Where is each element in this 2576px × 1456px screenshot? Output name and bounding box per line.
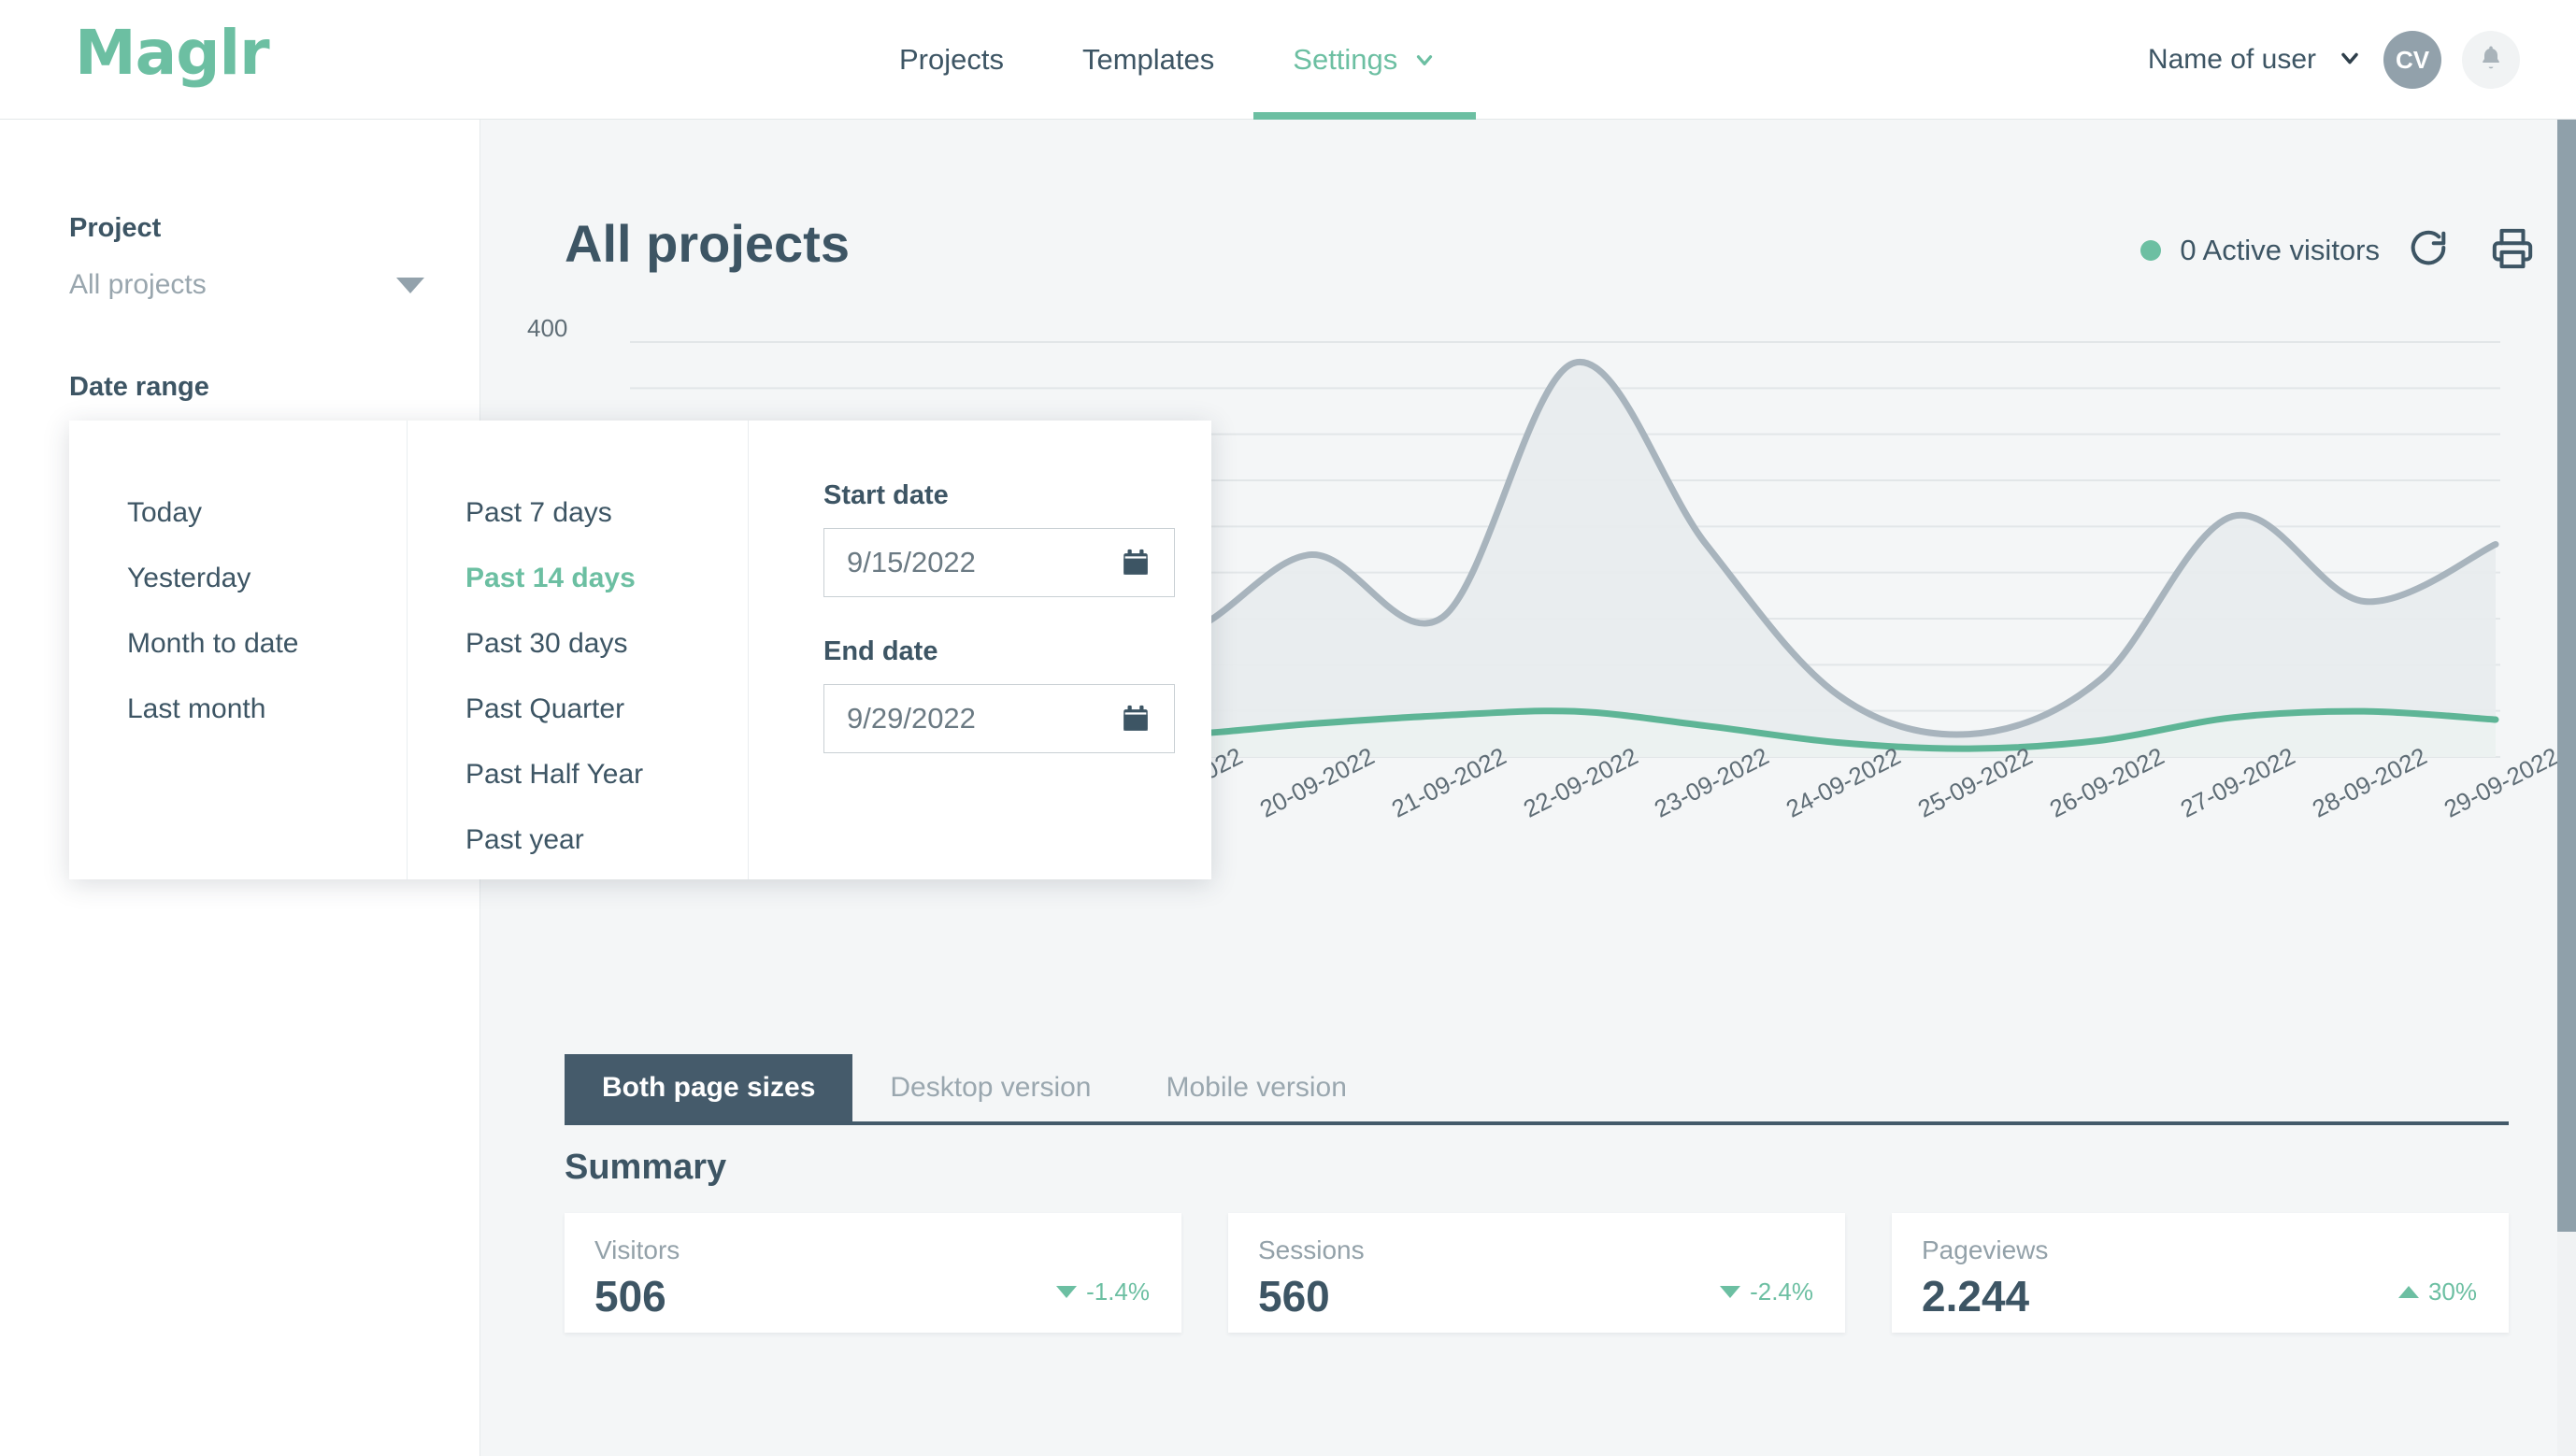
triangle-down-icon — [1720, 1286, 1741, 1298]
page-scrollbar[interactable] — [2557, 120, 2576, 1456]
card-delta: 30% — [2397, 1278, 2477, 1306]
avatar[interactable]: CV — [2383, 31, 2441, 89]
date-range-dropdown: Today Yesterday Month to date Last month Pa… — [69, 421, 1211, 879]
start-date-field[interactable]: 9/15/2022 — [823, 528, 1175, 597]
chevron-down-icon — [1412, 48, 1437, 72]
date-preset-past-30-days[interactable]: Past 30 days — [408, 611, 748, 677]
card-label: Sessions — [1258, 1235, 1365, 1264]
status-dot-icon — [2140, 240, 2162, 261]
card-value: 2.244 — [1922, 1272, 2030, 1320]
date-preset-past-quarter[interactable]: Past Quarter — [408, 677, 748, 742]
triangle-down-icon — [1056, 1286, 1078, 1298]
avatar-initials: CV — [2395, 45, 2430, 74]
date-preset-past-year[interactable]: Past year — [408, 807, 748, 873]
print-button[interactable] — [2486, 224, 2539, 277]
date-preset-past-half-year[interactable]: Past Half Year — [408, 742, 748, 807]
nav-item-projects[interactable]: Projects — [860, 0, 1043, 120]
user-menu-chevron-down-icon[interactable] — [2337, 45, 2363, 76]
date-preset-today[interactable]: Today — [69, 480, 407, 546]
tab-mobile-version[interactable]: Mobile version — [1129, 1054, 1384, 1121]
top-navigation-bar: Maglr Projects Templates Settings Name o… — [0, 0, 2576, 120]
user-name-label: Name of user — [2147, 44, 2316, 75]
nav-label-templates: Templates — [1081, 43, 1215, 76]
project-select[interactable]: All projects — [69, 269, 424, 301]
summary-card-visitors[interactable]: Visitors 506 -1.4% — [565, 1213, 1181, 1333]
refresh-button[interactable] — [2402, 224, 2454, 277]
caret-down-icon — [396, 277, 424, 293]
date-range-preset-column-2: Past 7 days Past 14 days Past 30 days Past … — [408, 421, 749, 879]
notifications-button[interactable] — [2462, 31, 2520, 89]
nav-label-projects: Projects — [899, 43, 1004, 76]
print-icon — [2491, 227, 2534, 275]
refresh-icon — [2407, 227, 2450, 275]
end-date-value: 9/29/2022 — [847, 702, 976, 735]
card-delta: -1.4% — [1056, 1278, 1150, 1306]
calendar-icon[interactable] — [1120, 547, 1152, 578]
project-label: Project — [69, 213, 162, 243]
active-visitors-status: 0 Active visitors — [2140, 234, 2380, 267]
active-tab-underline — [1253, 112, 1477, 120]
date-preset-past-7-days[interactable]: Past 7 days — [408, 480, 748, 546]
tab-label-mobile: Mobile version — [1166, 1072, 1347, 1103]
card-delta-value: -2.4% — [1750, 1278, 1813, 1306]
tabs-underline — [565, 1121, 2509, 1125]
card-delta-value: -1.4% — [1086, 1278, 1150, 1306]
date-preset-last-month[interactable]: Last month — [69, 677, 407, 742]
nav-item-templates[interactable]: Templates — [1043, 0, 1253, 120]
date-preset-yesterday[interactable]: Yesterday — [69, 546, 407, 611]
summary-card-sessions[interactable]: Sessions 560 -2.4% — [1228, 1213, 1845, 1333]
triangle-up-icon — [2397, 1286, 2419, 1298]
date-preset-past-14-days[interactable]: Past 14 days — [408, 546, 748, 611]
nav-item-settings[interactable]: Settings — [1253, 0, 1477, 120]
summary-heading: Summary — [565, 1148, 727, 1187]
main-nav: Projects Templates Settings — [860, 0, 1477, 120]
tab-both-page-sizes[interactable]: Both page sizes — [565, 1054, 853, 1121]
tab-label-both: Both page sizes — [602, 1072, 816, 1103]
calendar-icon[interactable] — [1120, 703, 1152, 735]
summary-cards: Visitors 506 -1.4% Sessions 560 -2.4% Pa… — [565, 1213, 2509, 1333]
page-title: All projects — [565, 214, 850, 273]
bell-icon — [2477, 44, 2505, 77]
y-axis-tick-label: 400 — [527, 314, 568, 342]
scrollbar-thumb[interactable] — [2557, 120, 2576, 1232]
summary-card-pageviews[interactable]: Pageviews 2.244 30% — [1892, 1213, 2509, 1333]
user-menu-area: Name of user CV — [2148, 0, 2520, 120]
card-label: Visitors — [594, 1235, 680, 1264]
date-preset-month-to-date[interactable]: Month to date — [69, 611, 407, 677]
end-date-label: End date — [823, 636, 938, 666]
end-date-field[interactable]: 9/29/2022 — [823, 684, 1175, 753]
project-select-value: All projects — [69, 269, 207, 300]
card-delta-value: 30% — [2427, 1278, 2477, 1306]
date-range-preset-column-1: Today Yesterday Month to date Last month — [69, 421, 408, 879]
card-label: Pageviews — [1922, 1235, 2049, 1264]
nav-label-settings: Settings — [1293, 43, 1398, 76]
active-visitors-label: 0 Active visitors — [2180, 234, 2380, 266]
card-delta: -2.4% — [1720, 1278, 1813, 1306]
tab-desktop-version[interactable]: Desktop version — [852, 1054, 1128, 1121]
start-date-label: Start date — [823, 480, 949, 510]
custom-date-column: Start date 9/15/2022 End date 9/29/2022 — [749, 421, 1211, 879]
tab-label-desktop: Desktop version — [890, 1072, 1092, 1103]
page-size-tabs: Both page sizes Desktop version Mobile v… — [565, 1054, 2509, 1125]
start-date-value: 9/15/2022 — [847, 546, 976, 578]
date-range-label: Date range — [69, 372, 209, 402]
app-logo[interactable]: Maglr — [75, 22, 270, 84]
analytics-dashboard: Maglr Projects Templates Settings Name o… — [0, 0, 2576, 1456]
